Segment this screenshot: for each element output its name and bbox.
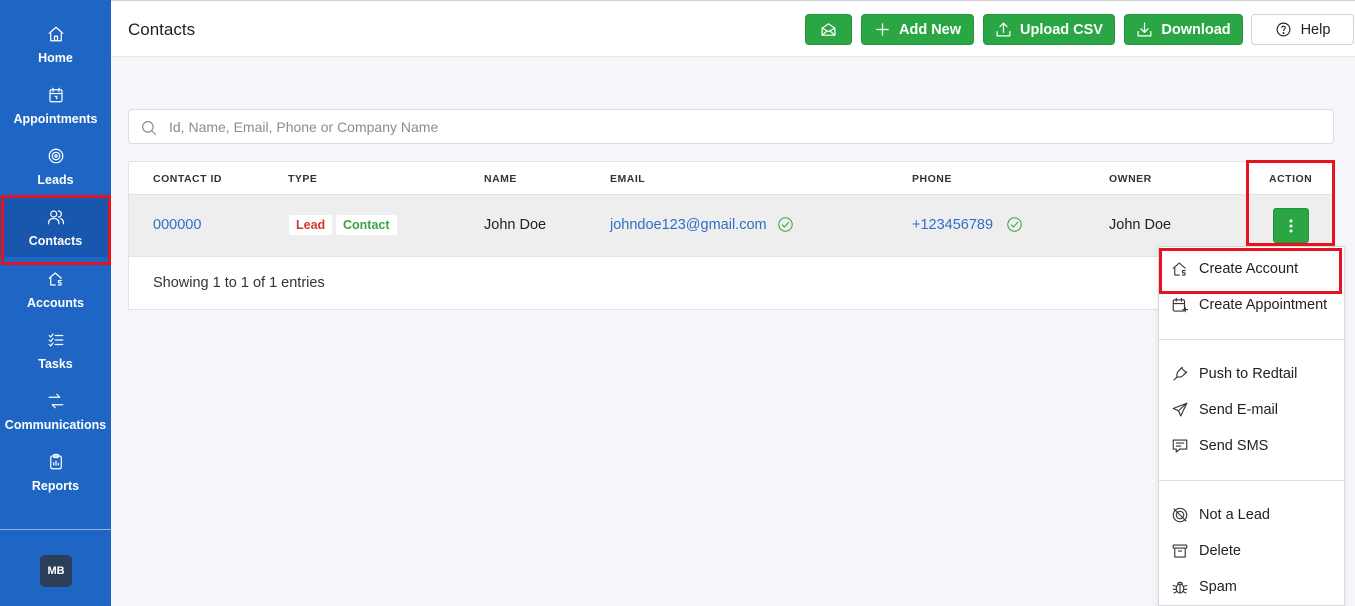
menu-item-not-a-lead[interactable]: Not a Lead bbox=[1159, 498, 1344, 532]
menu-item-spam[interactable]: Spam bbox=[1159, 570, 1344, 604]
sidebar-item-label: Accounts bbox=[27, 296, 84, 310]
menu-item-label: Create Appointment bbox=[1199, 297, 1328, 313]
plug-icon bbox=[1173, 366, 1188, 381]
target-off-icon bbox=[1172, 507, 1188, 523]
clipboard-icon bbox=[49, 453, 62, 470]
sidebar-item-label: Contacts bbox=[28, 234, 83, 248]
download-label: Download bbox=[1161, 21, 1231, 38]
sidebar-item-reports[interactable]: Reports bbox=[0, 441, 111, 502]
table-footer-entries: Showing 1 to 1 of 1 entries bbox=[153, 275, 325, 291]
table-header: CONTACT ID TYPE NAME EMAIL PHONE OWNER A… bbox=[129, 162, 1333, 195]
phone-verified-icon bbox=[1006, 216, 1023, 233]
sidebar-item-leads[interactable]: Leads bbox=[0, 135, 111, 196]
scrollbar[interactable] bbox=[1345, 57, 1355, 606]
contact-id-link[interactable]: 000000 bbox=[153, 217, 201, 233]
sidebar-item-label: Leads bbox=[37, 173, 74, 187]
type-badge-contact: Contact bbox=[336, 215, 397, 235]
email-link[interactable]: johndoe123@gmail.com bbox=[610, 217, 767, 233]
accounts-icon bbox=[48, 272, 62, 286]
owner-name: John Doe bbox=[1109, 217, 1172, 233]
menu-item-delete[interactable]: Delete bbox=[1159, 534, 1344, 568]
menu-item-label: Create Account bbox=[1199, 261, 1299, 277]
calendar-icon bbox=[48, 87, 63, 103]
upload-csv-label: Upload CSV bbox=[1020, 21, 1103, 38]
add-new-button[interactable]: Add New bbox=[861, 14, 974, 45]
checklist-icon bbox=[48, 333, 63, 347]
table-row: 000000 Lead Contact John Doe johndoe123@… bbox=[129, 195, 1333, 257]
type-badge-lead: Lead bbox=[289, 215, 333, 235]
menu-item-send-email[interactable]: Send E-mail bbox=[1159, 393, 1344, 427]
sidebar-item-label: Appointments bbox=[13, 112, 98, 126]
sidebar-item-tasks[interactable]: Tasks bbox=[0, 319, 111, 380]
menu-item-push-to-redtail[interactable]: Push to Redtail bbox=[1159, 357, 1344, 391]
help-button[interactable]: Help bbox=[1251, 14, 1354, 45]
calendar-plus-icon bbox=[1172, 297, 1189, 313]
sidebar-item-contacts[interactable]: Contacts bbox=[0, 196, 111, 257]
upload-csv-button[interactable]: Upload CSV bbox=[983, 14, 1115, 45]
sidebar-item-home[interactable]: Home bbox=[0, 13, 111, 74]
column-header-name[interactable]: NAME bbox=[484, 173, 517, 185]
search-input[interactable] bbox=[169, 110, 1319, 143]
sidebar-divider bbox=[0, 529, 111, 530]
page-title: Contacts bbox=[128, 20, 196, 39]
column-header-email[interactable]: EMAIL bbox=[610, 173, 645, 185]
menu-item-label: Send SMS bbox=[1199, 438, 1269, 454]
sidebar: Home Appointments Leads Contacts Account… bbox=[0, 0, 111, 606]
column-header-phone[interactable]: PHONE bbox=[912, 173, 952, 185]
menu-item-send-sms[interactable]: Send SMS bbox=[1159, 429, 1344, 463]
menu-item-label: Not a Lead bbox=[1199, 507, 1270, 523]
upload-icon bbox=[996, 22, 1011, 37]
menu-item-label: Push to Redtail bbox=[1199, 366, 1298, 382]
users-icon bbox=[47, 210, 64, 225]
email-verified-icon bbox=[777, 216, 794, 233]
menu-item-label: Delete bbox=[1199, 543, 1241, 559]
action-dropdown-menu: Create Account Create Appointment Push t… bbox=[1158, 246, 1345, 606]
menu-item-label: Spam bbox=[1199, 579, 1237, 595]
avatar[interactable]: MB bbox=[40, 555, 72, 587]
menu-item-create-account[interactable]: Create Account bbox=[1159, 252, 1344, 286]
sidebar-item-label: Tasks bbox=[38, 357, 73, 371]
menu-separator bbox=[1159, 339, 1344, 340]
column-header-contact-id[interactable]: CONTACT ID bbox=[153, 173, 222, 185]
email-button[interactable] bbox=[805, 14, 852, 45]
arrows-icon bbox=[48, 393, 63, 409]
sidebar-item-label: Communications bbox=[4, 418, 107, 432]
sidebar-item-communications[interactable]: Communications bbox=[0, 380, 111, 441]
download-button[interactable]: Download bbox=[1124, 14, 1243, 45]
sidebar-item-appointments[interactable]: Appointments bbox=[0, 74, 111, 135]
accounts-icon bbox=[1172, 262, 1186, 276]
kebab-icon bbox=[1289, 219, 1293, 232]
archive-icon bbox=[1172, 544, 1188, 558]
add-new-label: Add New bbox=[898, 21, 962, 38]
sms-icon bbox=[1172, 439, 1188, 453]
envelope-open-icon bbox=[821, 23, 836, 36]
menu-item-create-appointment[interactable]: Create Appointment bbox=[1159, 288, 1344, 322]
help-icon bbox=[1276, 22, 1291, 37]
help-label: Help bbox=[1300, 21, 1331, 38]
menu-separator bbox=[1159, 480, 1344, 481]
sidebar-item-label: Reports bbox=[31, 479, 80, 493]
target-icon bbox=[48, 148, 63, 164]
menu-item-label: Send E-mail bbox=[1199, 402, 1278, 418]
send-icon bbox=[1172, 402, 1188, 417]
sidebar-item-accounts[interactable]: Accounts bbox=[0, 258, 111, 319]
row-actions-button[interactable] bbox=[1273, 208, 1309, 243]
phone-link[interactable]: +123456789 bbox=[912, 217, 993, 233]
column-header-owner[interactable]: OWNER bbox=[1109, 173, 1152, 185]
column-header-action: ACTION bbox=[1269, 173, 1313, 185]
search-box bbox=[128, 109, 1334, 144]
bug-icon bbox=[1172, 581, 1188, 594]
contact-name: John Doe bbox=[484, 217, 547, 233]
column-header-type[interactable]: TYPE bbox=[288, 173, 317, 185]
plus-icon bbox=[876, 23, 889, 36]
home-icon bbox=[48, 26, 63, 42]
page-header: Contacts Add New Upload CSV Download Hel… bbox=[111, 0, 1355, 57]
contacts-table: CONTACT ID TYPE NAME EMAIL PHONE OWNER A… bbox=[128, 161, 1334, 310]
search-icon bbox=[142, 121, 157, 136]
sidebar-item-label: Home bbox=[38, 51, 73, 65]
download-icon bbox=[1137, 22, 1152, 37]
